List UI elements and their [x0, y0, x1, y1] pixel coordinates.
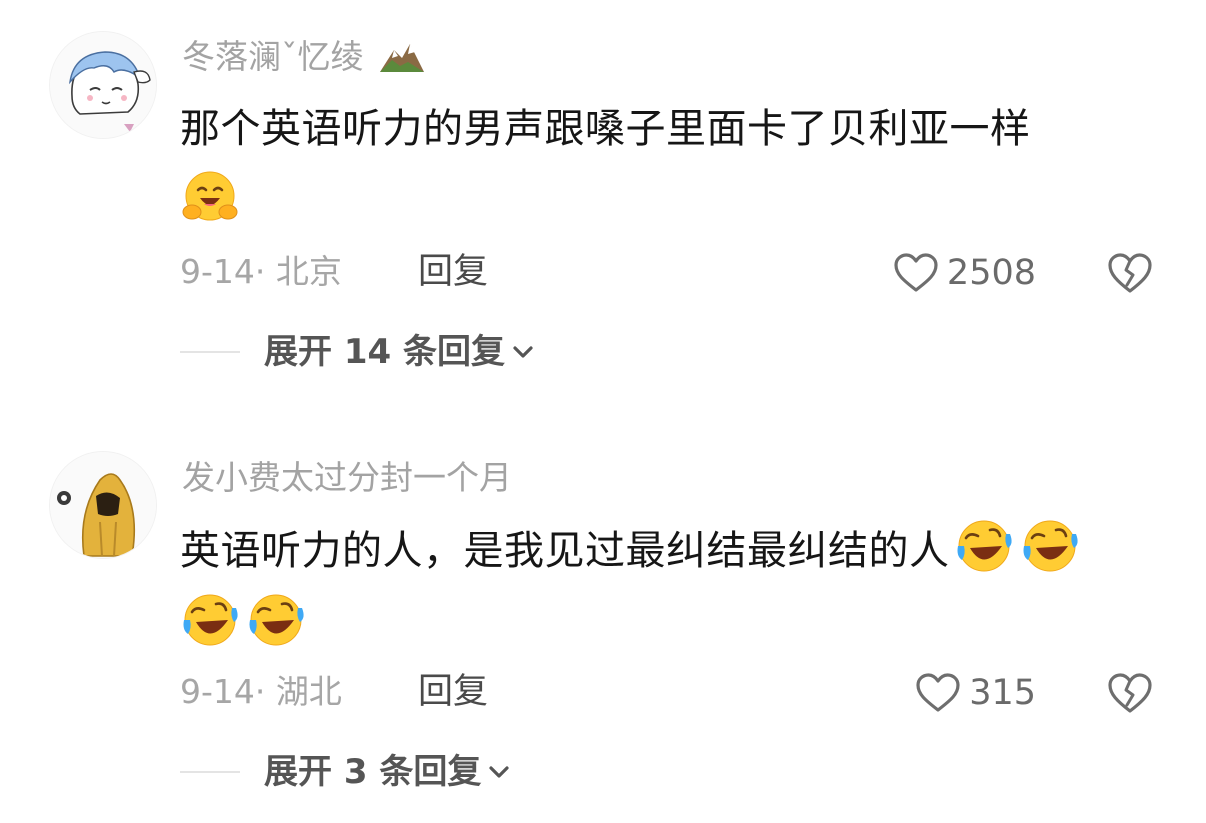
expand-replies-label: 展开 3 条回复: [264, 752, 482, 792]
avatar-anime-character-image: [50, 32, 156, 138]
chevron-down-icon: [513, 346, 533, 358]
expand-replies-label: 展开 14 条回复: [264, 332, 505, 372]
username-text: 冬落澜ˇ忆绫: [182, 37, 364, 76]
comment-date-location: 9-14· 北京: [180, 252, 342, 291]
chevron-down-icon: [489, 766, 509, 778]
expand-replies-button[interactable]: 展开 3 条回复: [180, 752, 511, 792]
mountain-icon: [380, 44, 424, 72]
comment-text: 英语听力的人，是我见过最纠结最纠结的人: [180, 516, 1160, 658]
comment-text: 那个英语听力的男声跟嗓子里面卡了贝利亚一样: [180, 96, 1160, 236]
rolling-laughing-emoji-icon: [957, 520, 1012, 572]
dislike-button[interactable]: [1106, 671, 1154, 715]
comment-text-body: 那个英语听力的男声跟嗓子里面卡了贝利亚一样: [180, 106, 1031, 152]
rolling-laughing-emoji-icon: [1023, 520, 1078, 572]
divider: [180, 771, 240, 773]
rolling-laughing-emoji-icon: [183, 594, 238, 646]
username[interactable]: 发小费太过分封一个月: [182, 458, 512, 498]
like-button[interactable]: 2508: [893, 252, 1036, 294]
rolling-laughing-emoji-icon: [249, 594, 304, 646]
divider: [180, 351, 240, 353]
comment-date-location: 9-14· 湖北: [180, 672, 342, 711]
username[interactable]: 冬落澜ˇ忆绫: [182, 36, 426, 77]
avatar[interactable]: [50, 32, 156, 138]
expand-replies-button[interactable]: 展开 14 条回复: [180, 332, 535, 372]
avatar[interactable]: [50, 452, 156, 558]
heart-icon: [916, 673, 960, 712]
like-count: 2508: [946, 253, 1036, 293]
broken-heart-icon: [1108, 673, 1152, 713]
like-button[interactable]: 315: [915, 672, 1036, 714]
hugging-face-emoji-icon: [182, 171, 238, 221]
reply-button[interactable]: 回复: [418, 252, 488, 292]
dislike-button[interactable]: [1106, 251, 1154, 295]
like-count: 315: [969, 673, 1036, 713]
comment-text-body: 英语听力的人，是我见过最纠结最纠结的人: [180, 528, 950, 574]
avatar-yellow-raincoat-image: [50, 452, 156, 558]
broken-heart-icon: [1108, 253, 1152, 293]
heart-icon: [894, 253, 938, 292]
reply-button[interactable]: 回复: [418, 672, 488, 712]
